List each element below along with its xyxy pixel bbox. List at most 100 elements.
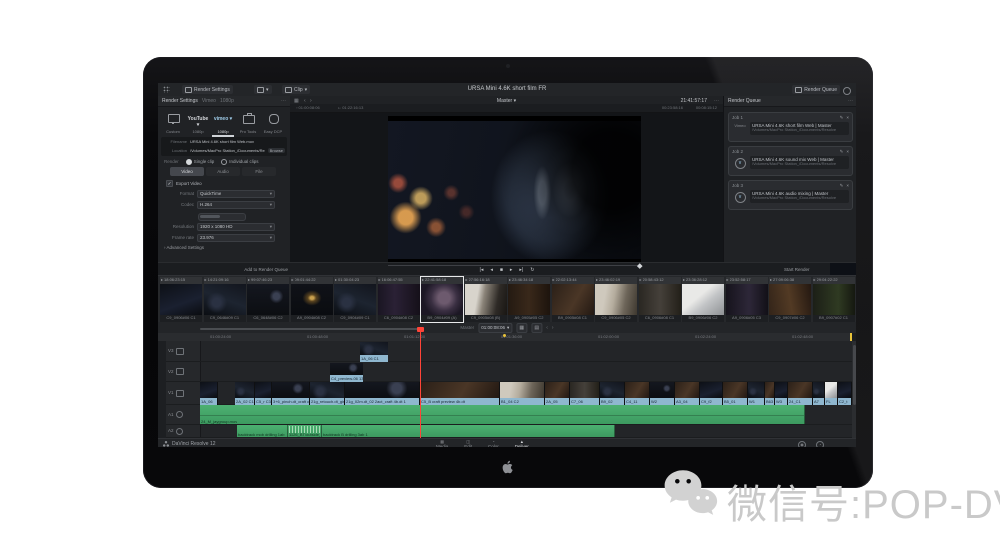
timeline-video-clip[interactable]: 3+6_pinch.dt_craft copier_w — [272, 382, 310, 405]
render-queue-button[interactable]: Render Queue — [792, 85, 840, 94]
page-media[interactable]: ▦Media — [436, 440, 448, 448]
video-frame[interactable] — [388, 116, 641, 264]
field-dropdown[interactable]: H.264▾ — [197, 201, 275, 209]
scrollbar-thumb[interactable] — [853, 345, 856, 405]
page-color[interactable]: ◔Color — [488, 440, 499, 448]
close-icon[interactable]: × — [846, 115, 849, 120]
edit-icon[interactable]: ✎ — [840, 183, 844, 188]
tab-video[interactable]: Video — [170, 167, 204, 176]
timeline-audio-clip[interactable]: backtrack B drilling 3ab 1 — [322, 425, 615, 437]
camera-icon[interactable] — [176, 368, 184, 375]
preset-easy-dcp[interactable]: Easy DCP — [261, 110, 285, 136]
filmstrip-scrollbar[interactable] — [200, 328, 420, 330]
advanced-settings-toggle[interactable]: › Advanced Settings — [164, 245, 204, 250]
location-value[interactable]: /Volumes/MacPro Station_/Documents/Resol… — [190, 149, 265, 153]
render-job[interactable]: Job 1✎×VimeoURSA Mini 4.6K short film We… — [728, 112, 853, 142]
timeline-marker[interactable] — [503, 334, 506, 337]
timeline-video-clip[interactable]: C5_B craft preview 4b.dt — [420, 382, 500, 405]
preset-1080p[interactable]: vimeo ▾1080p — [211, 110, 235, 136]
media-clip[interactable]: ▸23:46:02:19C9_0906#05 C2 — [595, 277, 637, 322]
timeline-video-clip[interactable]: 21g_02m.dt_02 2act_craft 4b.dt 1 — [345, 382, 420, 405]
user-icon[interactable]: ◉ — [798, 441, 806, 448]
start-render-button[interactable]: Start Render — [784, 267, 810, 272]
gear-icon[interactable] — [843, 87, 851, 95]
timeline-video-clip[interactable]: 21g_retouch.dt_girl_2w — [310, 382, 345, 405]
step-back-icon[interactable]: ◂ — [490, 267, 493, 273]
media-clip[interactable]: ▸29:04:22:22B9_0907#02 C1 — [813, 277, 855, 322]
timeline-video-clip[interactable]: C2_t — [838, 382, 852, 405]
media-clip[interactable]: ▸23:36:28:12B9_0906#06 C2 — [682, 277, 724, 322]
timeline-video-clip[interactable]: W3 — [775, 382, 788, 405]
radio-individual-clips[interactable]: Individual clips — [221, 159, 258, 165]
timeline-audio-clip[interactable]: backtrack mob drilling 1ab 1 — [237, 425, 288, 437]
media-clip[interactable]: ▸27:56:16:18C9_0905#08 (B) — [465, 277, 507, 322]
timeline-timecode-dropdown[interactable]: 01:00:08:06▾ — [478, 323, 512, 333]
timeline-video-clip[interactable]: C4_11 — [625, 382, 650, 405]
media-clip[interactable]: ▸18:06:23:15C9_0906#06 C1 — [160, 277, 202, 322]
timeline-video-clip[interactable]: B9_02 — [600, 382, 625, 405]
preset-1080p[interactable]: YouTube ▾1080p — [186, 110, 210, 136]
page-edit[interactable]: ◫Edit — [464, 440, 472, 448]
timeline-video-clip[interactable]: 24_C1 — [788, 382, 813, 405]
preset-custom[interactable]: Custom — [161, 110, 185, 136]
media-clip[interactable]: ▸14:21:09:16C9_0646#09 C1 — [204, 277, 246, 322]
timeline-vertical-scrollbar[interactable] — [852, 341, 856, 438]
timeline-video-clip[interactable]: C4_preview-06 136 — [330, 363, 363, 382]
step-forward-icon[interactable]: ▸| — [519, 267, 523, 273]
timeline-video-clip[interactable]: W2 — [650, 382, 675, 405]
tab-file[interactable]: File — [242, 167, 276, 176]
page-deliver[interactable]: ▲Deliver — [515, 440, 529, 448]
field-dropdown[interactable]: 23.976▾ — [197, 234, 275, 242]
media-clip[interactable]: ▸27:09:06:38C9_0907#06 C2 — [769, 277, 811, 322]
track-header-a1[interactable]: A1 — [166, 405, 200, 425]
edit-icon[interactable]: ✎ — [840, 149, 844, 154]
media-clip[interactable]: ▸23:52:58:17A9_0906#05 C3 — [726, 277, 768, 322]
tab-audio[interactable]: Audio — [206, 167, 240, 176]
timeline-video-clip[interactable]: 1A_06 C1 — [360, 342, 388, 362]
camera-icon[interactable] — [176, 390, 184, 397]
timeline-video-clip[interactable]: FL — [825, 382, 838, 405]
nudge-right-icon[interactable]: › — [552, 325, 554, 331]
timeline-video-clip[interactable]: C5_r C3 — [255, 382, 272, 405]
browse-button[interactable]: Browse — [268, 148, 285, 153]
skip-start-icon[interactable]: |◂ — [480, 267, 484, 273]
stop-icon[interactable]: ■ — [500, 267, 503, 273]
media-clip[interactable]: ▸16:06:47:55C6_0904#08 C2 — [378, 277, 420, 322]
timeline-video-clip[interactable]: C9_f2 — [700, 382, 723, 405]
field-dropdown[interactable]: 1920 x 1080 HD▾ — [197, 223, 275, 231]
speaker-icon[interactable] — [176, 428, 183, 435]
media-clip[interactable]: ▸22:02:13:44B9_0905#08 C1 — [552, 277, 594, 322]
field-dropdown[interactable]: QuickTime▾ — [197, 190, 275, 198]
timeline-video-clip[interactable]: C7_06 — [570, 382, 600, 405]
viewer-scrub-bar[interactable] — [388, 265, 641, 266]
filename-value[interactable]: URSA Mini 4.6K short film Web.mov — [190, 140, 287, 144]
close-icon[interactable]: × — [846, 183, 849, 188]
media-clip[interactable]: ▸01:30:04:23C9_0904#09 C1 — [334, 277, 376, 322]
camera-icon[interactable] — [176, 348, 184, 355]
timeline-video-clip[interactable]: 1A_06 — [200, 382, 218, 405]
export-video-row[interactable]: ✓ Export Video — [166, 180, 202, 187]
snapping-icon[interactable]: ▦ — [516, 323, 527, 333]
loop-icon[interactable]: ↻ — [530, 267, 534, 273]
edit-icon[interactable]: ✎ — [840, 115, 844, 120]
radio-single-clip[interactable]: Single clip — [186, 159, 215, 165]
render-job[interactable]: Job 2✎×vURSA Mini 4.6K sound mix Web | M… — [728, 146, 853, 176]
media-clip[interactable]: ▸99:07:46:23C6_0648#06 C2 — [247, 277, 289, 322]
media-clip[interactable]: ▸23:46:34:18A9_0905#05 C2 — [508, 277, 550, 322]
track-header-v3[interactable]: V3 — [166, 341, 200, 362]
timeline-audio-clip[interactable]: 1126_BT/outside_sfx. — [288, 425, 322, 437]
playhead[interactable] — [420, 327, 421, 438]
track-header-v1[interactable]: V1 — [166, 382, 200, 405]
timeline-audio-clip[interactable]: 24_M_jaygroup.mov — [200, 405, 805, 424]
track-header-a2[interactable]: A2 — [166, 425, 200, 438]
speaker-icon[interactable] — [176, 411, 183, 418]
timeline-video-clip[interactable]: W1 — [748, 382, 765, 405]
checkbox-checked-icon[interactable]: ✓ — [166, 180, 173, 187]
timeline-video-clip[interactable]: B63 — [765, 382, 775, 405]
flag-icon[interactable]: ▤ — [531, 323, 542, 333]
timeline-video-clip[interactable]: B1_04 C2 — [500, 382, 545, 405]
close-icon[interactable]: × — [846, 149, 849, 154]
nudge-left-icon[interactable]: ‹ — [546, 325, 548, 331]
timeline-video-clip[interactable]: 2A_02 C1 — [235, 382, 255, 405]
play-icon[interactable]: ▸ — [510, 267, 513, 273]
